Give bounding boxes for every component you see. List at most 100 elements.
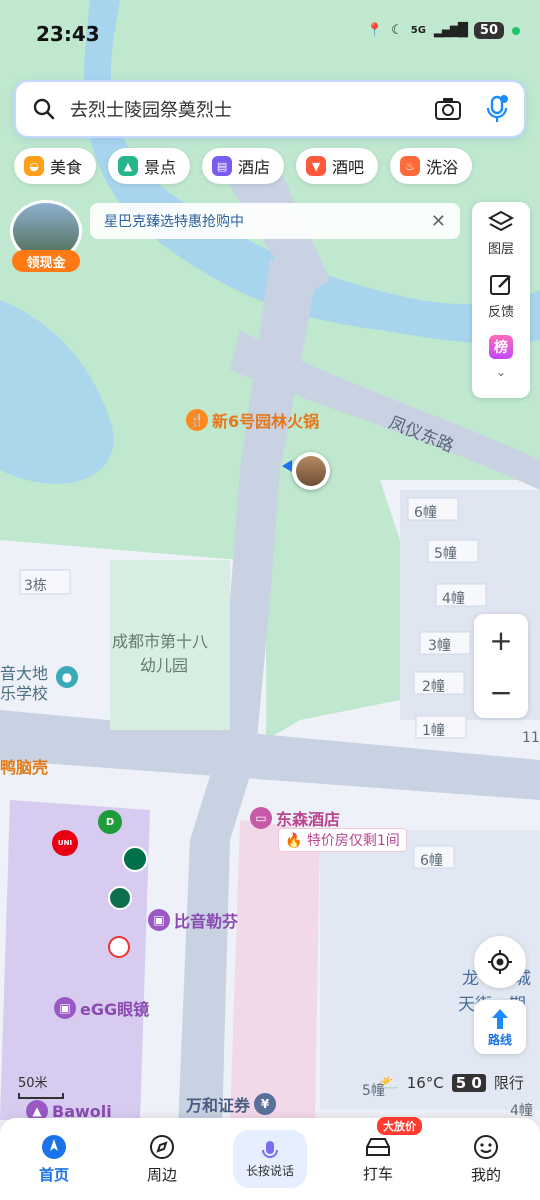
zoom-controls: + −: [474, 614, 528, 718]
microphone-icon: [262, 1140, 278, 1158]
chip-scenic-label: 景点: [144, 158, 177, 177]
nav-nearby[interactable]: 周边: [117, 1134, 207, 1185]
poi-school-line2[interactable]: 乐学校: [0, 680, 48, 704]
microphone-icon[interactable]: [486, 95, 508, 123]
status-time: 23:43: [36, 22, 100, 46]
close-icon[interactable]: ✕: [431, 211, 446, 232]
chip-bath-label: 洗浴: [426, 158, 459, 177]
starbucks-logo[interactable]: [122, 846, 148, 872]
building-label: 1幢: [422, 723, 445, 739]
camera-icon[interactable]: [434, 97, 462, 121]
route-button[interactable]: 路线: [474, 1000, 526, 1054]
locate-button[interactable]: [474, 936, 526, 988]
poi-wanhe[interactable]: 万和证券 ¥: [186, 1092, 277, 1116]
status-icons: 📍 ☾ 5G ▂▄▆█ 50: [367, 22, 520, 39]
poi-egg-label: eGG眼镜: [80, 1000, 150, 1019]
rank-badge-icon: 榜: [489, 335, 513, 360]
layers-icon: [487, 210, 514, 232]
poi-hotel-label: 东森酒店: [276, 810, 341, 829]
poi-hotpot[interactable]: 🍴 新6号园林火锅: [186, 408, 319, 432]
poi-duck[interactable]: 鸭脑壳: [0, 754, 48, 778]
map-scale: 50米: [18, 1072, 64, 1099]
school-pin-icon[interactable]: ●: [56, 666, 78, 688]
poi-kindergarten-line2[interactable]: 幼儿园: [140, 652, 188, 676]
avatar: [296, 456, 326, 486]
route-arrow-icon: [492, 1008, 508, 1029]
ranking-button[interactable]: 榜 ⌄: [489, 335, 513, 398]
route-label: 路线: [487, 1032, 512, 1047]
promo-banner-text: 星巴克臻选特惠抢购中: [104, 214, 244, 230]
traffic-limit-digits: 5 0: [451, 1073, 486, 1092]
nav-taxi[interactable]: 大放价 打车: [333, 1116, 423, 1184]
car-icon: [366, 1137, 390, 1156]
nav-home-label: 首页: [38, 1165, 69, 1184]
shopping-bag-icon: ▣: [54, 997, 76, 1019]
chip-bar[interactable]: ▼ 酒吧: [296, 148, 379, 184]
poi-hotpot-label: 新6号园林火锅: [212, 412, 320, 431]
chip-bar-label: 酒吧: [332, 158, 365, 177]
voice-button[interactable]: 长按说话: [233, 1130, 307, 1188]
restaurant-icon: 🍴: [186, 409, 208, 431]
current-location-marker[interactable]: [292, 452, 330, 490]
hotel-icon: ▤: [212, 156, 233, 176]
location-icon: 📍: [366, 23, 384, 38]
reward-cash-button[interactable]: 领现金: [10, 200, 82, 272]
chip-scenic[interactable]: ▲ 景点: [108, 148, 191, 184]
zoom-in-button[interactable]: +: [489, 624, 512, 657]
profile-face-icon: [474, 1134, 498, 1159]
bank-icon: ¥: [254, 1093, 277, 1115]
bottom-nav: 首页 周边 长按说话 大放价 打车 我的: [0, 1116, 540, 1200]
poi-biyin[interactable]: ▣ 比音勒芬: [148, 908, 238, 932]
home-compass-icon: [42, 1134, 66, 1159]
weather-widget[interactable]: ⛅ 16°C 5 0 限行: [380, 1072, 524, 1093]
scale-bar: [18, 1093, 64, 1099]
nav-me-label: 我的: [470, 1165, 501, 1184]
chip-food[interactable]: ◒ 美食: [14, 148, 97, 184]
nav-me[interactable]: 我的: [441, 1134, 531, 1185]
moon-icon: ☾: [391, 23, 403, 38]
new-balance-logo[interactable]: [108, 936, 130, 958]
bar-icon: ▼: [306, 156, 327, 176]
chip-hotel[interactable]: ▤ 酒店: [202, 148, 285, 184]
building-label: 2幢: [422, 679, 445, 695]
nav-nearby-label: 周边: [146, 1165, 177, 1184]
chevron-down-icon[interactable]: ⌄: [496, 365, 506, 379]
uniqlo-logo[interactable]: UNI: [52, 830, 78, 856]
poi-egg[interactable]: ▣ eGG眼镜: [54, 996, 149, 1020]
poi-kindergarten-line1[interactable]: 成都市第十八: [112, 628, 208, 652]
feedback-button[interactable]: 反馈: [488, 273, 514, 336]
signal-icon: ▂▄▆█: [433, 23, 468, 38]
building-label: 3幢: [428, 638, 451, 654]
traffic-limit-label: 限行: [493, 1074, 524, 1092]
search-input[interactable]: 去烈士陵园祭奠烈士: [70, 96, 434, 122]
bath-icon: ♨: [400, 156, 421, 176]
search-bar[interactable]: 去烈士陵园祭奠烈士: [14, 80, 526, 138]
chip-bath[interactable]: ♨ 洗浴: [390, 148, 473, 184]
shopping-bag-icon: ▣: [148, 909, 170, 931]
food-icon: ◒: [24, 156, 44, 176]
building-label: 3栋: [24, 578, 47, 594]
store-logo[interactable]: [108, 886, 132, 910]
partly-cloudy-icon: ⛅: [380, 1073, 399, 1092]
scale-label: 50米: [18, 1076, 48, 1091]
compass-icon: [150, 1134, 174, 1159]
heading-arrow-icon: [282, 460, 292, 472]
nav-home[interactable]: 首页: [9, 1134, 99, 1185]
status-bar: 23:43 📍 ☾ 5G ▂▄▆█ 50: [0, 0, 540, 70]
promo-banner[interactable]: 星巴克臻选特惠抢购中 ✕: [90, 203, 460, 239]
poi-wanhe-label: 万和证券: [186, 1096, 251, 1115]
network-label: 5G: [410, 25, 426, 36]
chip-hotel-label: 酒店: [238, 158, 271, 177]
fire-icon: 🔥: [285, 833, 303, 849]
layers-button[interactable]: 图层: [487, 210, 514, 273]
scenic-icon: ▲: [118, 156, 139, 176]
poi-biyin-label: 比音勒芬: [174, 912, 239, 931]
zoom-out-button[interactable]: −: [489, 676, 512, 709]
dicos-logo[interactable]: D: [98, 810, 122, 834]
poi-hotel[interactable]: ▭ 东森酒店: [250, 806, 340, 830]
map-tools-panel: 图层 反馈 榜 ⌄: [472, 202, 530, 398]
building-label: 4幢: [510, 1103, 533, 1119]
building-label: 6幢: [414, 505, 437, 521]
hotel-deal-tag[interactable]: 🔥 特价房仅剩1间: [278, 828, 407, 852]
nav-voice[interactable]: 长按说话: [225, 1130, 315, 1188]
